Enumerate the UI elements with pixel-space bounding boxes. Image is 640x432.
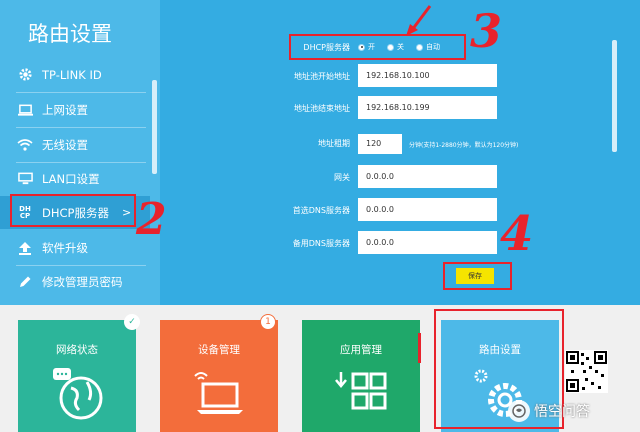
dns1-label: 首选DNS服务器 xyxy=(292,206,350,215)
sidebar-item-label: LAN口设置 xyxy=(42,171,100,186)
start-address-input[interactable] xyxy=(358,64,497,87)
sidebar-item-label: 软件升级 xyxy=(42,240,88,255)
tile-app-management[interactable]: 应用管理 xyxy=(302,320,420,432)
pencil-icon xyxy=(17,274,33,290)
sidebar-item-label: 修改管理员密码 xyxy=(42,274,123,289)
dns1-input[interactable] xyxy=(358,198,497,221)
apps-grid-icon xyxy=(302,368,420,418)
sidebar-item-lan[interactable]: LAN口设置 xyxy=(0,162,150,195)
gateway-input[interactable] xyxy=(358,165,497,188)
sidebar-item-label: 上网设置 xyxy=(42,102,88,117)
laptop-wifi-icon xyxy=(160,368,278,418)
check-badge-icon: ✓ xyxy=(124,314,140,330)
watermark-text: 悟空问答 xyxy=(534,404,590,420)
laptop-icon xyxy=(17,102,33,118)
globe-icon xyxy=(18,368,136,420)
dns2-input[interactable] xyxy=(358,231,497,254)
tile-network-status[interactable]: 网络状态 ✓ xyxy=(18,314,140,432)
watermark: 悟空问答 xyxy=(508,400,590,422)
sidebar-item-password[interactable]: 修改管理员密码 xyxy=(0,265,150,298)
qr-code-image xyxy=(565,350,608,393)
annotation-box-dhcp-toggle xyxy=(289,34,466,60)
annotation-number-3: 3 xyxy=(470,4,503,58)
lease-input[interactable]: 120 xyxy=(358,134,402,154)
gear-icon xyxy=(17,67,33,83)
lease-label: 地址租期 xyxy=(318,139,350,148)
sidebar-title: 路由设置 xyxy=(28,22,112,46)
annotation-box-dhcp xyxy=(10,194,136,227)
sidebar-item-tplink-id[interactable]: TP-LINK ID xyxy=(0,58,150,91)
lease-hint: 分钟(支持1-2880分钟，默认为120分钟) xyxy=(409,142,519,149)
sidebar-scrollbar[interactable] xyxy=(152,80,157,174)
sidebar: 路由设置 TP-LINK ID 上网设置 无线设置 LAN口设置 DH CP D… xyxy=(0,0,160,305)
sidebar-item-wireless[interactable]: 无线设置 xyxy=(0,128,150,161)
notification-badge: 1 xyxy=(260,314,276,330)
annotation-box-save xyxy=(443,262,512,290)
annotation-arrow xyxy=(406,5,432,36)
annotation-number-4: 4 xyxy=(500,206,534,262)
router-settings-panel: 路由设置 TP-LINK ID 上网设置 无线设置 LAN口设置 DH CP D… xyxy=(0,0,640,305)
upload-arrow-icon xyxy=(17,240,33,256)
end-address-label: 地址池结束地址 xyxy=(294,104,350,113)
wifi-icon xyxy=(17,137,33,153)
sidebar-item-internet[interactable]: 上网设置 xyxy=(0,93,150,126)
dns2-label: 备用DNS服务器 xyxy=(292,239,350,248)
gateway-label: 网关 xyxy=(334,173,350,182)
annotation-mark-1 xyxy=(418,333,421,363)
sidebar-item-upgrade[interactable]: 软件升级 xyxy=(0,231,150,264)
wukong-logo-icon xyxy=(508,400,530,422)
start-address-label: 地址池开始地址 xyxy=(294,72,350,81)
annotation-number-2: 2 xyxy=(136,194,167,245)
sidebar-item-label: TP-LINK ID xyxy=(42,67,102,82)
sidebar-item-label: 无线设置 xyxy=(42,137,88,152)
main-scrollbar[interactable] xyxy=(612,40,617,152)
tile-device-management[interactable]: 设备管理 1 xyxy=(160,314,278,432)
monitor-icon xyxy=(17,171,33,187)
end-address-input[interactable] xyxy=(358,96,497,119)
